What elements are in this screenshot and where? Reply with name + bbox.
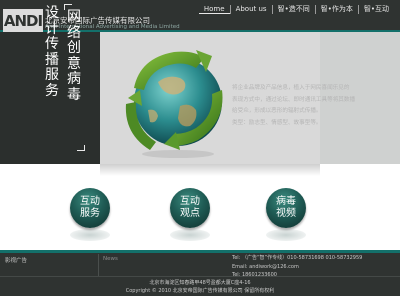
hero-description: 将企业品牌及产品信息，植入于网民喜闻乐见的 表现方式中，通过论坛、即时通讯工具等…: [232, 83, 382, 129]
nav-zhizuo[interactable]: 智•作为本: [316, 4, 358, 14]
service-label: 互动服务: [80, 196, 100, 219]
footer-address: 北京市海淀区知春路甲48号盈都大厦C座4-16: [149, 280, 251, 286]
title-bracket-close: [77, 145, 85, 151]
main-nav: Home About us 智•造不同 智•作为本 智•互动: [198, 3, 394, 15]
nav-zhizao[interactable]: 智•造不同: [273, 4, 315, 14]
hero-description-line: 类型：励志型、情感型、故事型等。: [232, 119, 322, 126]
company-logo[interactable]: ANDI: [3, 9, 43, 33]
contact-email[interactable]: Email: andiwork@126.com: [232, 263, 362, 272]
service-label: 病毒视频: [276, 196, 296, 219]
recycling-globe-image: [125, 50, 223, 158]
button-reflection: [170, 229, 210, 241]
nav-home[interactable]: Home: [198, 5, 230, 14]
interactive-service-button[interactable]: 互动服务: [70, 188, 110, 228]
hero-description-line: 表现方式中，通过论坛、即时通讯工具等将其数播: [232, 96, 356, 103]
nav-zhihudong[interactable]: 智•互动: [359, 4, 394, 14]
contact-phone: Tel: （广告“智”作专线）010-58731698 010-58732959: [232, 255, 363, 261]
viral-video-button[interactable]: 病毒视频: [266, 188, 306, 228]
hero-description-line: 给受众，形成以恶形的辐射式传播。: [232, 108, 322, 114]
interactive-viewpoint-button[interactable]: 互动观点: [170, 188, 210, 228]
footer-copyright: Copyright © 2010 北京安帝国际广告传媒有限公司 保留所有权利: [125, 288, 275, 294]
footer-news-link[interactable]: News: [103, 256, 118, 262]
hero-title-viral-creative: 网络创意病毒: [67, 9, 81, 103]
footer-accent-strip: [0, 250, 400, 253]
button-reflection: [70, 229, 110, 241]
service-label: 互动观点: [180, 196, 200, 219]
footer-video-ads-link[interactable]: 影视广告: [5, 256, 27, 264]
button-reflection: [266, 229, 306, 241]
hero-shadow: [100, 164, 320, 176]
footer-divider: [98, 254, 99, 276]
hero-description-line: 将企业品牌及产品信息，植入于网民喜闻乐见的: [232, 85, 350, 91]
hero-title-design-service: 设计传播服务: [45, 5, 59, 99]
nav-about-us[interactable]: About us: [231, 5, 272, 13]
